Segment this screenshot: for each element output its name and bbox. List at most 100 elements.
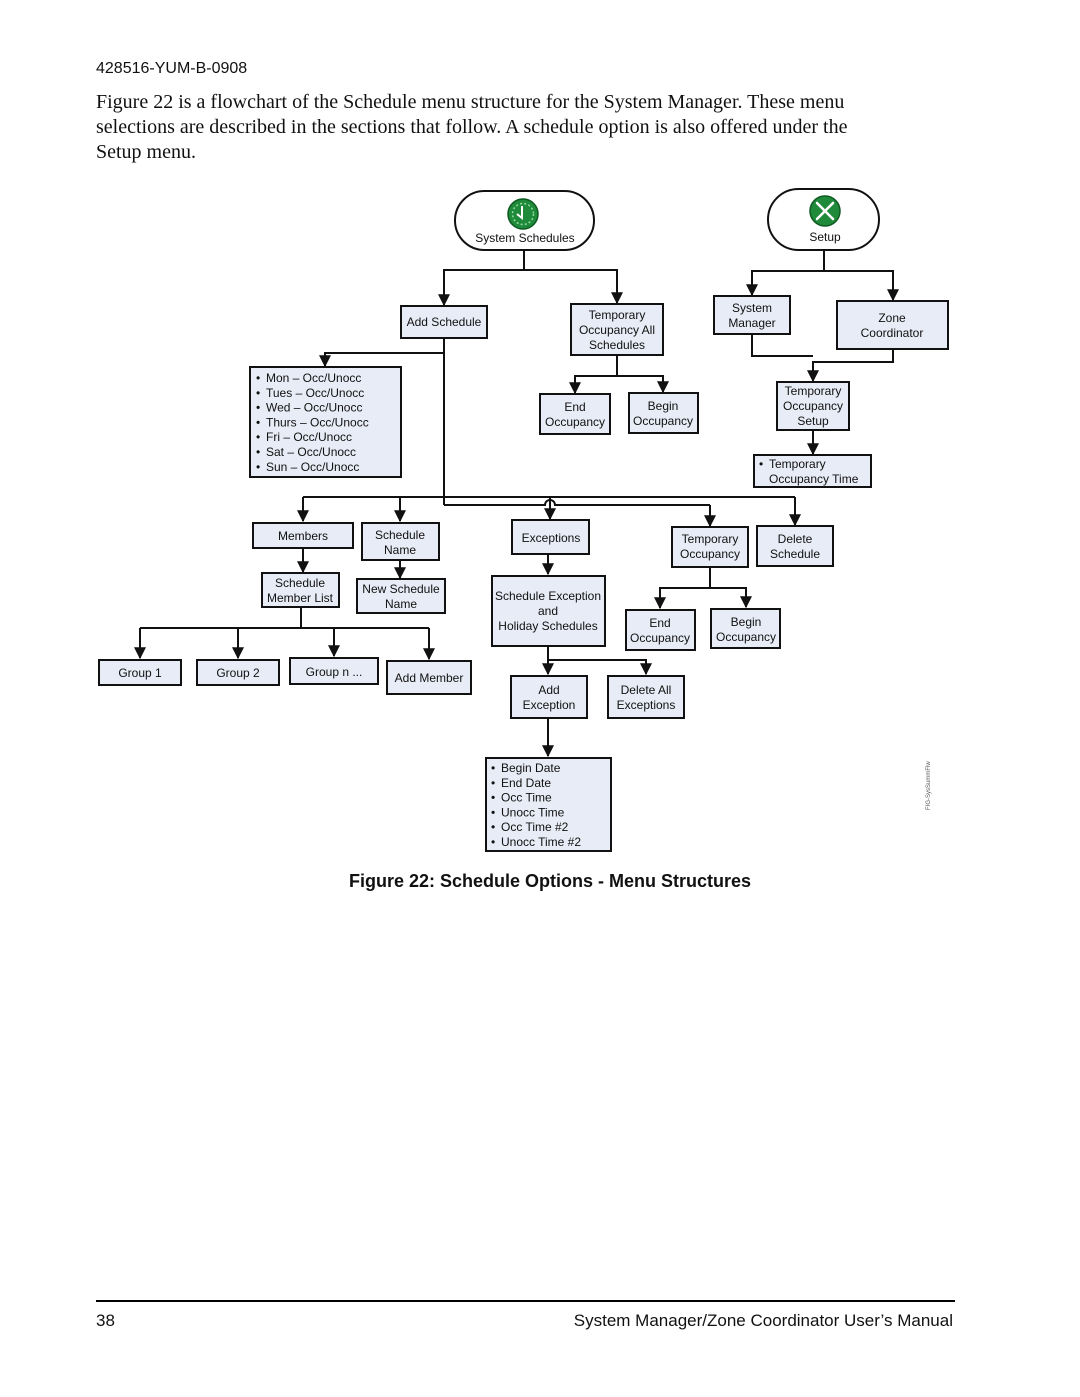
svg-text:Delete All: Delete All <box>621 683 672 697</box>
svg-text:Add Member: Add Member <box>395 671 464 685</box>
svg-text:Schedule: Schedule <box>375 528 425 542</box>
node-add-schedule: Add Schedule <box>400 305 488 339</box>
node-temporary-occupancy: Temporary Occupancy <box>671 526 749 568</box>
exception-field-item: Occ Time <box>501 791 552 805</box>
svg-text:Occupancy: Occupancy <box>545 415 605 429</box>
svg-text:Temporary: Temporary <box>589 308 646 322</box>
svg-text:End: End <box>649 616 670 630</box>
svg-text:Exceptions: Exceptions <box>522 531 581 545</box>
svg-text:Schedules: Schedules <box>589 338 645 352</box>
svg-text:Occupancy: Occupancy <box>633 414 693 428</box>
svg-text:Add: Add <box>538 683 559 697</box>
exception-field-item: Occ Time #2 <box>501 820 569 834</box>
svg-text:Member List: Member List <box>267 591 334 605</box>
day-list-item: Wed – Occ/Unocc <box>266 401 362 415</box>
connector-root-to-add-schedule <box>438 250 525 307</box>
node-system-manager: System Manager <box>713 295 791 335</box>
bullet-icon: • <box>256 445 260 459</box>
svg-text:Occupancy: Occupancy <box>680 547 740 561</box>
connector-setup-to-sm <box>746 250 825 297</box>
connector-temp-occ-to-begin <box>710 587 752 609</box>
node-begin-occupancy-all: Begin Occupancy <box>628 392 699 434</box>
connector-root-to-temp-occ-all <box>524 269 623 305</box>
svg-text:Occupancy: Occupancy <box>716 630 776 644</box>
svg-text:Name: Name <box>384 543 416 557</box>
connector-temp-occ-to-end <box>654 568 711 610</box>
svg-text:Schedule: Schedule <box>770 547 820 561</box>
svg-text:Schedule Exception: Schedule Exception <box>495 589 601 603</box>
node-add-member: Add Member <box>386 660 472 695</box>
node-setup: Setup <box>767 188 880 251</box>
svg-text:System: System <box>732 301 772 315</box>
connector-temp-all-to-end <box>569 356 618 395</box>
svg-text:Group 1: Group 1 <box>118 666 162 680</box>
node-temp-occ-setup: Temporary Occupancy Setup <box>776 381 850 431</box>
bullet-icon: • <box>256 430 260 444</box>
bullet-icon: • <box>256 415 260 429</box>
node-temp-occ-time: • Temporary Occupancy Time <box>753 454 872 488</box>
svg-text:Occupancy: Occupancy <box>783 399 843 413</box>
node-delete-all-exceptions: Delete All Exceptions <box>607 675 685 719</box>
day-list-item: Sun – Occ/Unocc <box>266 460 359 474</box>
tools-icon <box>809 195 841 227</box>
svg-text:Occupancy Time: Occupancy Time <box>769 472 859 486</box>
day-list-item: Tues – Occ/Unocc <box>266 386 364 400</box>
svg-text:Occupancy All: Occupancy All <box>579 323 655 337</box>
day-list-item: Sat – Occ/Unocc <box>266 445 356 459</box>
footer-divider <box>96 1300 955 1302</box>
exception-field-item: Unocc Time <box>501 805 565 819</box>
day-list-item: Thurs – Occ/Unocc <box>266 415 369 429</box>
node-exceptions: Exceptions <box>511 519 590 555</box>
node-new-schedule-name: New Schedule Name <box>356 578 446 614</box>
bullet-icon: • <box>491 791 495 805</box>
exception-field-item: Begin Date <box>501 761 561 775</box>
connector-bus-lower <box>444 499 710 506</box>
svg-text:Begin: Begin <box>731 615 762 629</box>
node-temp-occ-all: Temporary Occupancy All Schedules <box>570 303 664 356</box>
day-list-items: • Mon – Occ/Unocc • Tues – Occ/Unocc • Wed – … <box>256 371 369 474</box>
svg-text:Members: Members <box>278 529 328 543</box>
node-group-n: Group n ... <box>289 657 379 685</box>
svg-text:Group 2: Group 2 <box>216 666 260 680</box>
svg-text:Temporary: Temporary <box>682 532 739 546</box>
day-list-item: Fri – Occ/Unocc <box>266 430 352 444</box>
figure-tag: FIG-SysSummFlw <box>926 761 932 810</box>
exception-field-item: End Date <box>501 776 551 790</box>
page-number: 38 <box>96 1311 115 1330</box>
node-group-2: Group 2 <box>196 659 280 686</box>
svg-text:Occupancy: Occupancy <box>630 631 690 645</box>
manual-title: System Manager/Zone Coordinator User’s M… <box>573 1311 953 1330</box>
bullet-icon: • <box>491 820 495 834</box>
node-begin-occupancy: Begin Occupancy <box>710 608 781 649</box>
day-list-item: Mon – Occ/Unocc <box>266 371 361 385</box>
figure-caption: Figure 22: Schedule Options - Menu Struc… <box>348 871 752 891</box>
svg-text:Delete: Delete <box>778 532 813 546</box>
node-delete-schedule: Delete Schedule <box>756 525 834 567</box>
bullet-icon: • <box>256 386 260 400</box>
bullet-icon: • <box>491 805 495 819</box>
bullet-icon: • <box>491 776 495 790</box>
bullet-icon: • <box>256 401 260 415</box>
node-group-1: Group 1 <box>98 659 182 686</box>
svg-text:Coordinator: Coordinator <box>861 326 924 340</box>
svg-text:Begin: Begin <box>648 399 679 413</box>
svg-text:Exceptions: Exceptions <box>617 698 676 712</box>
bullet-icon: • <box>256 371 260 385</box>
svg-text:Schedule: Schedule <box>275 576 325 590</box>
exception-field-item: Unocc Time #2 <box>501 835 581 849</box>
connector-holiday-to-delete-all <box>548 659 652 676</box>
node-zone-coordinator: Zone Coordinator <box>836 300 949 350</box>
bullet-icon: • <box>256 460 260 474</box>
bullet-icon: • <box>491 761 495 775</box>
node-system-schedules: System Schedules <box>454 190 595 251</box>
svg-text:Exception: Exception <box>523 698 576 712</box>
clock-icon <box>507 198 539 230</box>
svg-text:Add Schedule: Add Schedule <box>407 315 482 329</box>
svg-text:New Schedule: New Schedule <box>362 582 440 596</box>
connector-add-schedule-to-days <box>319 352 444 368</box>
svg-text:Zone: Zone <box>878 311 906 325</box>
bullet-icon: • <box>491 835 495 849</box>
svg-text:Temporary: Temporary <box>785 384 842 398</box>
svg-text:•: • <box>759 457 763 471</box>
node-schedule-exception-holiday: Schedule Exception and Holiday Schedules <box>491 575 606 647</box>
